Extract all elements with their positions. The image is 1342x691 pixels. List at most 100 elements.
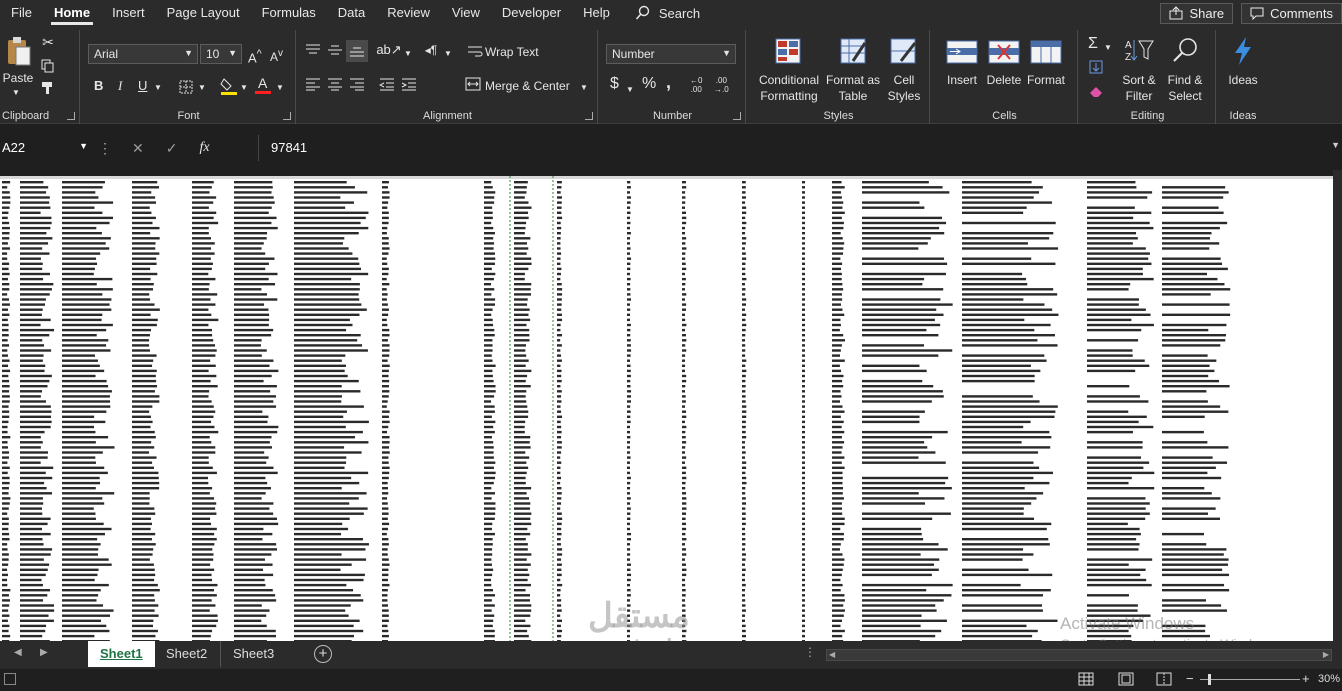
macro-record-icon[interactable] [4, 673, 16, 685]
tab-insert[interactable]: Insert [101, 0, 156, 26]
format-as-table-icon[interactable] [838, 36, 868, 66]
orientation-dropdown-icon[interactable]: ▼ [404, 46, 412, 62]
borders-icon[interactable] [178, 79, 194, 95]
zoom-in-icon[interactable]: + [1302, 671, 1310, 686]
share-button[interactable]: Share [1160, 2, 1234, 24]
autosum-dropdown-icon[interactable]: ▼ [1104, 40, 1112, 56]
currency-icon[interactable]: $ [610, 76, 619, 92]
align-center-icon[interactable] [326, 76, 344, 92]
wrap-text-icon[interactable] [466, 43, 484, 59]
merge-center-button[interactable]: Merge & Center [485, 78, 570, 94]
tab-formulas[interactable]: Formulas [251, 0, 327, 26]
tab-file[interactable]: File [0, 0, 43, 26]
sheet-tab-sheet2[interactable]: Sheet2 [154, 641, 219, 667]
cell-styles-icon[interactable] [888, 36, 918, 66]
font-size-select[interactable]: 10 ▼ [200, 44, 242, 64]
orientation-icon[interactable]: ab↗ [376, 42, 401, 58]
format-as-table-line1[interactable]: Format as [826, 72, 880, 88]
text-direction-dropdown-icon[interactable]: ▼ [444, 46, 452, 62]
search-box[interactable]: Search [635, 5, 700, 21]
name-box[interactable]: A22 ▼ [0, 135, 92, 161]
scroll-tabs-right-icon[interactable]: ▶ [40, 647, 48, 658]
scroll-right-icon[interactable]: ▶ [1323, 650, 1329, 659]
sort-filter-icon[interactable]: AZ [1124, 36, 1154, 64]
find-select-line1[interactable]: Find & [1162, 72, 1208, 88]
formula-input[interactable]: 97841 [258, 135, 1342, 161]
lightning-icon[interactable] [1228, 36, 1258, 66]
normal-view-icon[interactable] [1078, 672, 1094, 689]
number-launcher-icon[interactable] [733, 112, 741, 120]
comments-button[interactable]: Comments [1241, 2, 1342, 24]
sort-filter-line1[interactable]: Sort & [1118, 72, 1160, 88]
page-break-view-icon[interactable] [1156, 672, 1172, 689]
delete-cells-icon[interactable] [988, 38, 1020, 66]
tab-help[interactable]: Help [572, 0, 621, 26]
font-color-dropdown-icon[interactable]: ▼ [276, 80, 284, 96]
format-painter-icon[interactable] [40, 80, 56, 96]
find-select-icon[interactable] [1170, 36, 1200, 64]
borders-dropdown-icon[interactable]: ▼ [198, 80, 206, 96]
conditional-formatting-line1[interactable]: Conditional [756, 72, 822, 88]
decrease-decimal-icon[interactable]: .00 →.0 [714, 76, 729, 94]
zoom-out-icon[interactable]: − [1186, 671, 1194, 686]
sheet-tab-sheet3[interactable]: Sheet3 [220, 641, 286, 667]
align-right-icon[interactable] [348, 76, 366, 92]
underline-button[interactable]: U [138, 78, 147, 94]
insert-cells-button[interactable]: Insert [942, 72, 982, 88]
find-select-line2[interactable]: Select [1162, 88, 1208, 104]
decrease-indent-icon[interactable] [378, 76, 396, 92]
formula-expand-icon[interactable]: ▼ [1331, 140, 1340, 150]
conditional-formatting-line2[interactable]: Formatting [756, 88, 822, 104]
merge-dropdown-icon[interactable]: ▼ [580, 80, 588, 96]
clear-icon[interactable] [1088, 84, 1104, 98]
vertical-scrollbar[interactable] [1333, 170, 1342, 645]
bold-button[interactable]: B [94, 78, 103, 94]
cut-icon[interactable]: ✂ [40, 34, 56, 50]
horizontal-scrollbar[interactable]: ◀ ▶ [826, 649, 1332, 661]
enter-icon[interactable]: ✓ [166, 140, 178, 157]
font-launcher-icon[interactable] [283, 112, 291, 120]
comma-style-icon[interactable]: , [666, 73, 671, 91]
formula-bar-grip-icon[interactable]: ⋮ [92, 140, 118, 157]
clipboard-launcher-icon[interactable] [67, 112, 75, 120]
autosum-icon[interactable]: Σ [1088, 36, 1098, 52]
delete-cells-button[interactable]: Delete [984, 72, 1024, 88]
align-left-icon[interactable] [304, 76, 322, 92]
format-as-table-line2[interactable]: Table [826, 88, 880, 104]
number-format-select[interactable]: Number ▼ [606, 44, 736, 64]
increase-font-icon[interactable]: A^ [248, 46, 262, 66]
alignment-launcher-icon[interactable] [585, 112, 593, 120]
worksheet-grid[interactable] [0, 176, 1333, 641]
tab-data[interactable]: Data [327, 0, 376, 26]
tabs-split-grip-icon[interactable]: ⋮ [804, 645, 816, 659]
top-align-icon[interactable] [304, 42, 322, 58]
fill-color-dropdown-icon[interactable]: ▼ [240, 80, 248, 96]
tab-developer[interactable]: Developer [491, 0, 572, 26]
cancel-icon[interactable]: ✕ [132, 140, 144, 157]
ideas-button[interactable]: Ideas [1222, 72, 1264, 88]
tab-page-layout[interactable]: Page Layout [156, 0, 251, 26]
wrap-text-button[interactable]: Wrap Text [485, 44, 539, 60]
percent-icon[interactable]: % [642, 76, 656, 92]
fill-icon[interactable] [1088, 60, 1104, 74]
insert-cells-icon[interactable] [946, 38, 978, 66]
cell-styles-line1[interactable]: Cell [884, 72, 924, 88]
insert-function-icon[interactable]: fx [199, 140, 209, 156]
scroll-left-icon[interactable]: ◀ [829, 650, 835, 659]
paste-icon[interactable] [4, 34, 34, 68]
underline-dropdown-icon[interactable]: ▼ [154, 80, 162, 96]
currency-dropdown-icon[interactable]: ▼ [626, 82, 634, 98]
text-direction-icon[interactable]: ◂¶ [420, 42, 442, 58]
italic-button[interactable]: I [118, 78, 122, 94]
add-sheet-icon[interactable]: + [314, 645, 332, 663]
zoom-slider-thumb[interactable] [1208, 674, 1211, 685]
font-name-select[interactable]: Arial ▼ [88, 44, 198, 64]
merge-center-icon[interactable] [464, 76, 482, 92]
zoom-level[interactable]: 30% [1318, 673, 1340, 685]
tab-view[interactable]: View [441, 0, 491, 26]
conditional-formatting-icon[interactable] [773, 36, 803, 66]
sort-filter-line2[interactable]: Filter [1118, 88, 1160, 104]
copy-icon[interactable] [40, 58, 56, 74]
page-layout-view-icon[interactable] [1118, 672, 1134, 689]
middle-align-icon[interactable] [326, 42, 344, 58]
